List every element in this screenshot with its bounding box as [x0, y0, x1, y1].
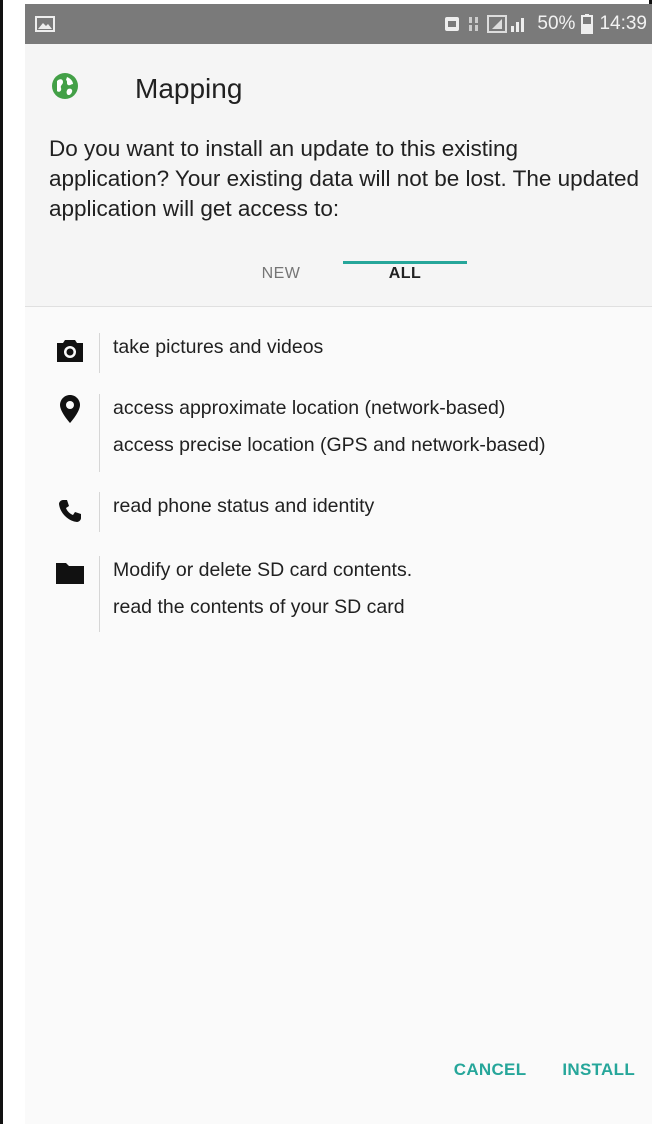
- status-bar: 50% 14:39: [25, 4, 652, 44]
- camera-icon: [53, 334, 87, 368]
- folder-icon: [53, 556, 87, 590]
- divider: [25, 306, 652, 307]
- battery-level: 50%: [537, 13, 576, 34]
- globe-icon: [51, 72, 79, 105]
- separator-line: [99, 333, 100, 373]
- permission-lines: read phone status and identity: [113, 488, 374, 525]
- permission-text: read phone status and identity: [113, 495, 375, 517]
- image-icon: [35, 16, 55, 32]
- tab-new[interactable]: NEW: [223, 242, 339, 306]
- permission-text: access precise location (GPS and network…: [113, 434, 546, 456]
- separator-line: [99, 492, 100, 532]
- permission-text: take pictures and videos: [113, 336, 324, 358]
- separator-line: [99, 394, 100, 472]
- app-row: Mapping: [51, 72, 242, 105]
- battery-icon: [581, 14, 594, 34]
- signal-icon: [487, 14, 531, 34]
- screen: 50% 14:39 Mapping Do you want to install…: [25, 4, 652, 1124]
- permission-text: Modify or delete SD card contents.: [113, 559, 413, 581]
- tab-all[interactable]: ALL: [343, 242, 467, 306]
- permission-text: read the contents of your SD card: [113, 596, 405, 618]
- permission-lines: Modify or delete SD card contents. read …: [113, 552, 412, 626]
- location-pin-icon: [53, 392, 87, 426]
- vibrate-icon: [467, 15, 481, 33]
- install-button[interactable]: INSTALL: [562, 1060, 635, 1080]
- permission-text: access approximate location (network-bas…: [113, 397, 506, 419]
- device-frame: 50% 14:39 Mapping Do you want to install…: [0, 0, 652, 1124]
- separator-line: [99, 556, 100, 632]
- cancel-button[interactable]: CANCEL: [454, 1060, 527, 1080]
- tab-indicator: [343, 261, 467, 264]
- install-prompt: Do you want to install an update to this…: [49, 136, 639, 221]
- permission-tabs: NEW ALL: [25, 242, 652, 306]
- permission-lines: access approximate location (network-bas…: [113, 390, 545, 464]
- sim-icon: [443, 15, 461, 33]
- dialog-actions: CANCEL INSTALL: [454, 1060, 635, 1080]
- permission-lines: take pictures and videos: [113, 329, 323, 366]
- clock: 14:39: [599, 13, 647, 34]
- phone-icon: [53, 494, 87, 528]
- app-title: Mapping: [135, 72, 243, 104]
- install-header: Mapping Do you want to install an update…: [25, 44, 652, 306]
